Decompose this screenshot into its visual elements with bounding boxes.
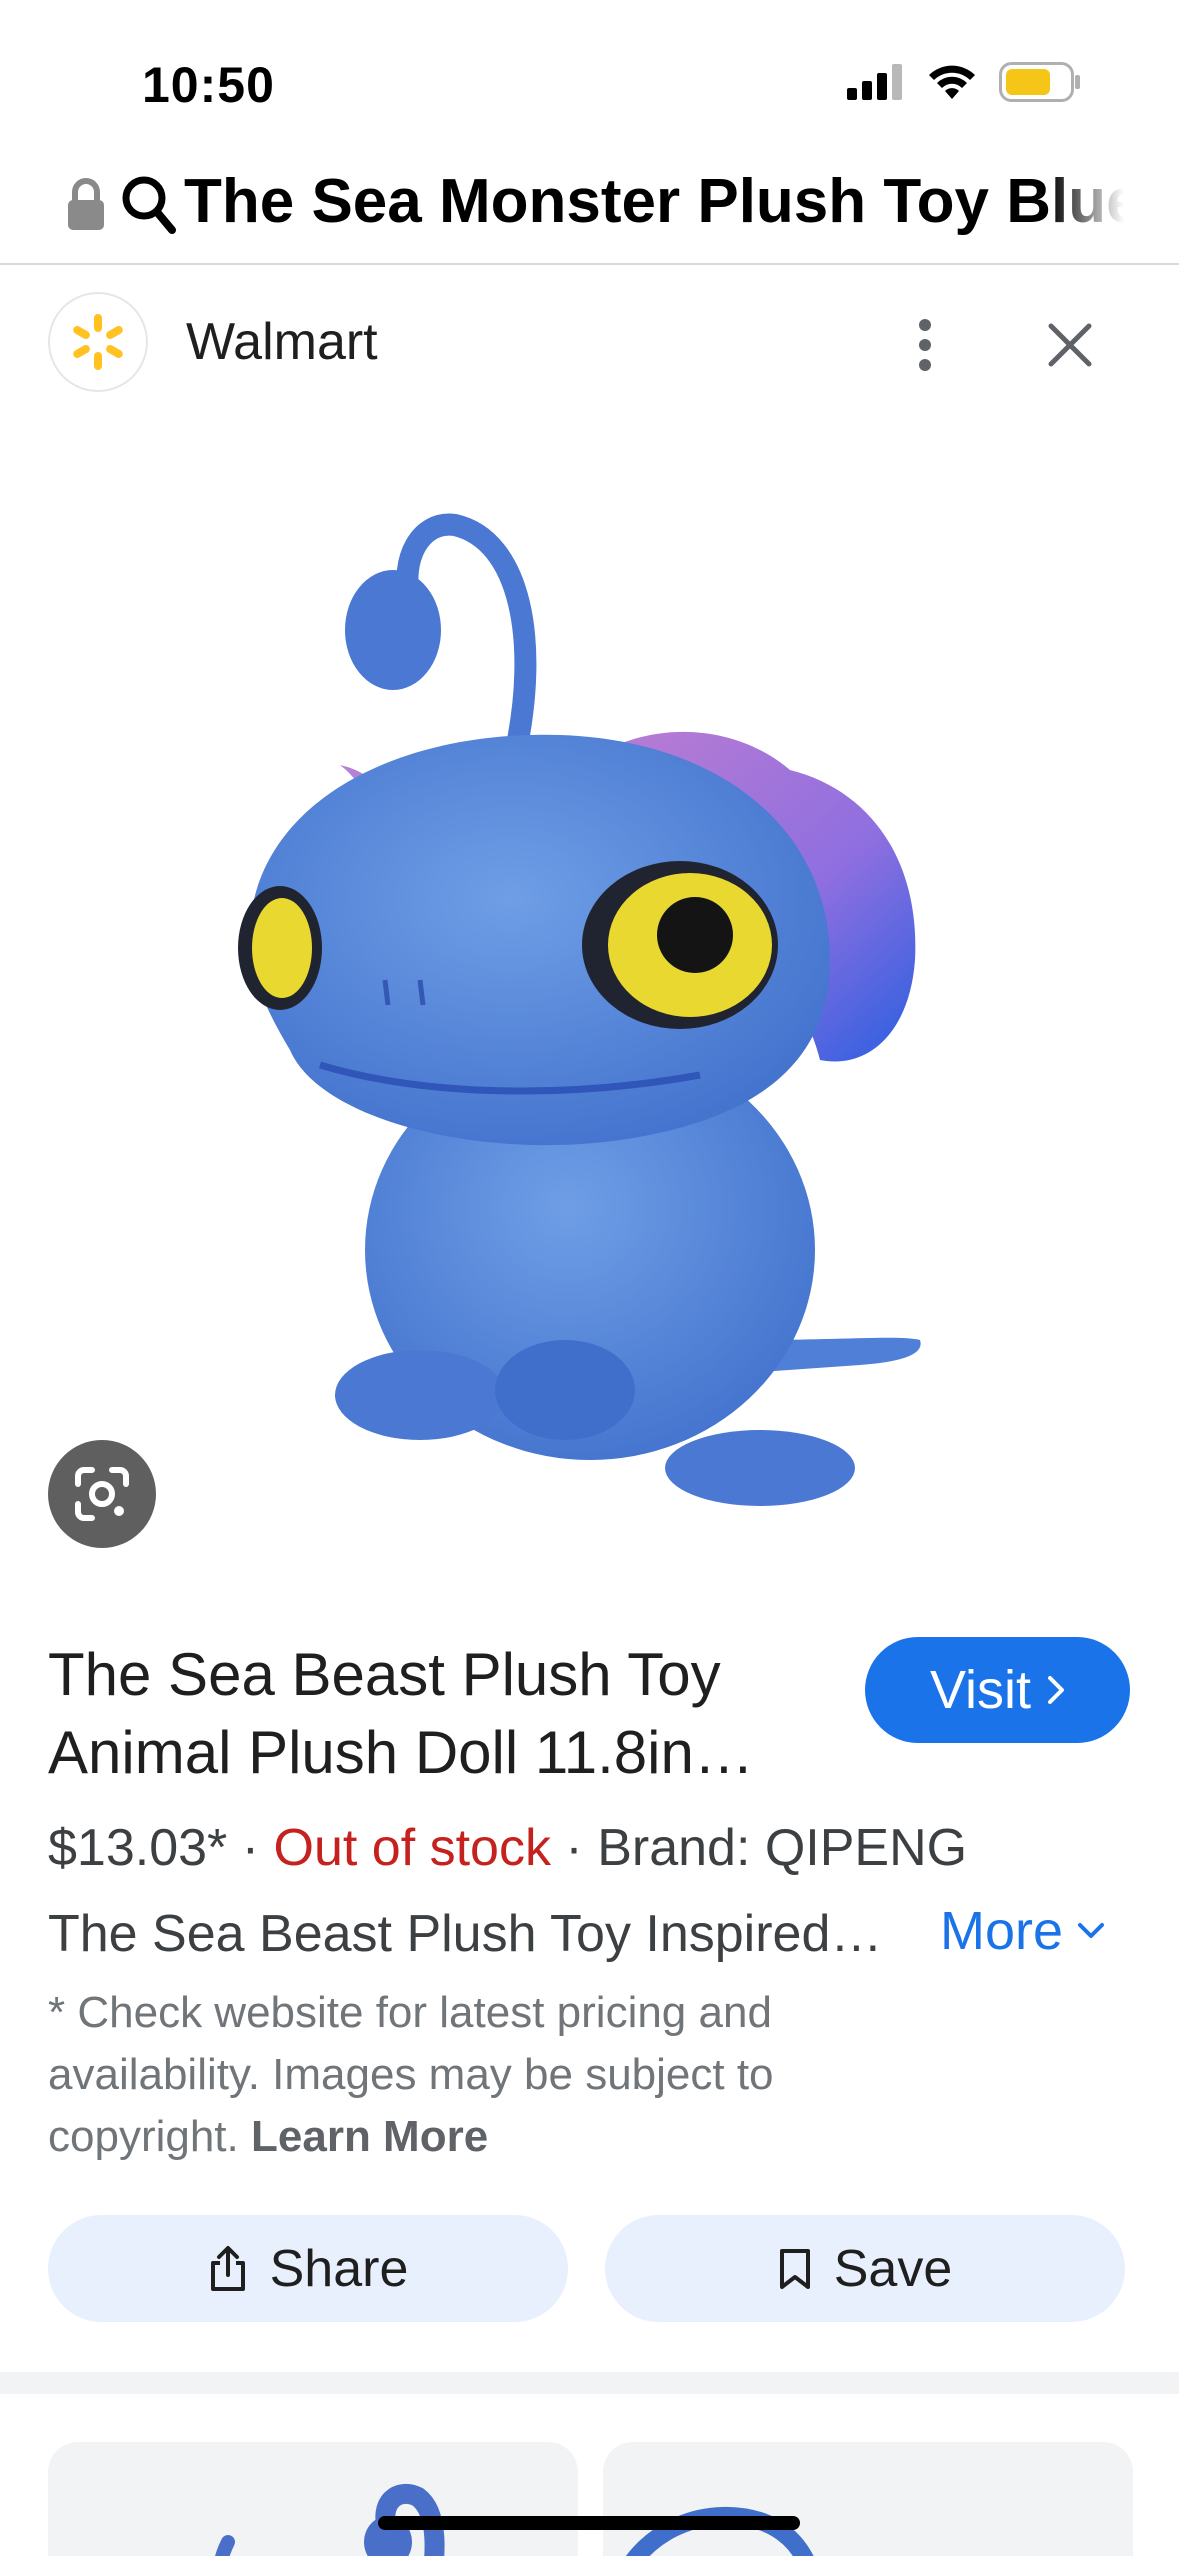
blue-sea-beast-plush-image <box>238 513 921 1506</box>
source-name[interactable]: Walmart <box>186 312 378 372</box>
product-description: The Sea Beast Plush Toy Inspired… <box>48 1905 883 1963</box>
more-options-button[interactable] <box>895 310 955 380</box>
brand: Brand: QIPENG <box>597 1819 968 1877</box>
related-result-card[interactable] <box>48 2442 578 2556</box>
disclaimer: * Check website for latest pricing and a… <box>48 1982 908 2168</box>
share-label: Share <box>269 2239 409 2298</box>
home-indicator[interactable] <box>378 2516 800 2530</box>
price: $13.03* <box>48 1819 228 1877</box>
share-icon <box>210 2245 245 2291</box>
google-lens-button[interactable] <box>48 1440 156 1548</box>
chevron-down-icon <box>1078 1923 1105 1938</box>
close-button[interactable] <box>1040 310 1100 380</box>
separator: · <box>550 1819 598 1877</box>
url-text[interactable]: The Sea Monster Plush Toy Blue <box>184 166 1124 237</box>
separator: · <box>227 1819 274 1877</box>
price-line: $13.03* · Out of stock · Brand: QIPENG <box>48 1818 967 1878</box>
related-plush-image <box>626 2506 814 2556</box>
walmart-logo <box>48 292 148 392</box>
search-icon <box>122 176 176 234</box>
battery-icon <box>999 62 1080 102</box>
more-label: More <box>940 1901 1064 1961</box>
status-bar: 10:50 <box>0 0 1179 150</box>
lens-icon <box>75 1467 129 1521</box>
related-result-card[interactable] <box>603 2442 1133 2556</box>
share-button[interactable]: Share <box>48 2215 568 2322</box>
status-time: 10:50 <box>142 57 275 113</box>
wifi-icon <box>929 65 975 99</box>
section-divider <box>0 2372 1179 2394</box>
cellular-signal-icon <box>847 64 902 100</box>
source-header: Walmart <box>0 265 1179 425</box>
more-vert-icon <box>919 319 931 371</box>
walmart-spark-icon <box>73 314 123 370</box>
status-icons <box>847 62 1081 102</box>
product-image[interactable] <box>0 425 1179 1565</box>
visit-label: Visit <box>929 1660 1032 1720</box>
lock-icon <box>68 178 104 230</box>
close-icon <box>1048 323 1092 367</box>
save-button[interactable]: Save <box>605 2215 1125 2322</box>
bookmark-icon <box>779 2248 810 2289</box>
chevron-right-icon <box>1048 1676 1065 1704</box>
url-bar[interactable]: The Sea Monster Plush Toy Blue <box>0 150 1179 265</box>
product-title[interactable]: The Sea Beast Plush Toy Animal Plush Dol… <box>48 1636 808 1792</box>
visit-button[interactable]: Visit <box>865 1637 1130 1743</box>
save-label: Save <box>833 2239 953 2298</box>
stock-status: Out of stock <box>273 1819 551 1877</box>
more-button[interactable]: More <box>940 1900 1105 1962</box>
related-plush-image <box>215 2483 445 2556</box>
learn-more-link[interactable]: Learn More <box>251 2112 488 2161</box>
